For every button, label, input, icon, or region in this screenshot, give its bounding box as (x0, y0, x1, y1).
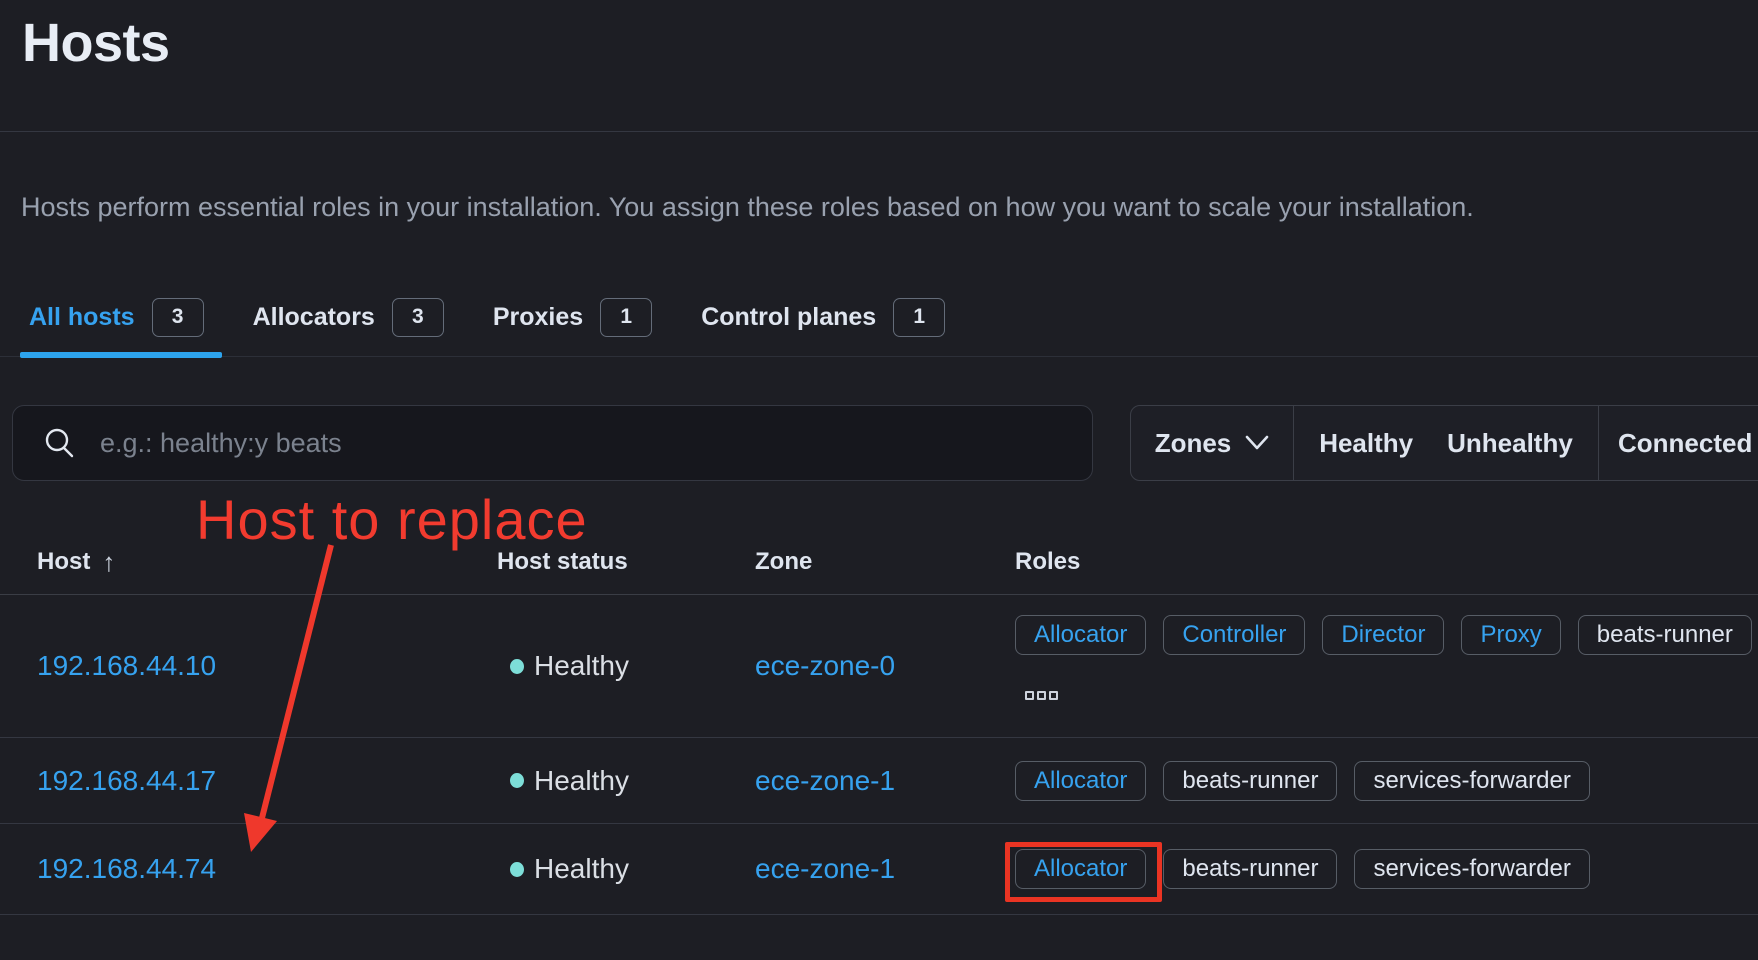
zone-link[interactable]: ece-zone-1 (755, 765, 1015, 797)
annotation-text: Host to replace (196, 487, 588, 552)
tab-proxies[interactable]: Proxies 1 (493, 298, 652, 337)
roles-cell: Allocator Controller Director Proxy beats-ru… (1015, 595, 1758, 700)
role-badge-proxy[interactable]: Proxy (1461, 615, 1560, 655)
column-header-zone: Zone (755, 548, 1015, 576)
tab-count-badge: 1 (600, 298, 652, 337)
tab-count-badge: 1 (893, 298, 945, 337)
table-row: 192.168.44.10 Healthy ece-zone-0Allocator C… (0, 595, 1758, 738)
tab-label: All hosts (29, 303, 135, 332)
host-link[interactable]: 192.168.44.74 (37, 853, 497, 885)
page-description: Hosts perform essential roles in your in… (21, 192, 1758, 223)
page-title: Hosts (22, 12, 170, 74)
health-dot-icon (510, 773, 524, 788)
host-link[interactable]: 192.168.44.10 (37, 650, 497, 682)
filter-group: Zones Healthy Unhealthy Connected (1130, 405, 1758, 481)
zone-link[interactable]: ece-zone-0 (755, 650, 1015, 682)
table-row: 192.168.44.17 Healthy ece-zone-1Allocator b… (0, 738, 1758, 824)
tab-count-badge: 3 (392, 298, 444, 337)
role-badge-beats-runner: beats-runner (1163, 761, 1337, 801)
sort-ascending-icon: ↑ (102, 547, 115, 578)
table-row: 192.168.44.74 Healthy ece-zone-1Allocator b… (0, 824, 1758, 915)
connected-filter-section: Connected (1598, 406, 1758, 480)
tab-label: Control planes (701, 303, 876, 332)
column-header-roles: Roles (1015, 548, 1758, 576)
tab-label: Allocators (253, 303, 375, 332)
host-status-label: Healthy (534, 765, 629, 797)
tabs-bar: All hosts3Allocators3Proxies1Control pla… (29, 296, 945, 338)
health-dot-icon (510, 862, 524, 877)
connected-filter-button[interactable]: Connected (1618, 428, 1752, 459)
host-status: Healthy (497, 765, 755, 797)
boxes-horizontal-icon (1025, 691, 1034, 700)
role-badge-beats-runner: beats-runner (1163, 849, 1337, 889)
host-status-label: Healthy (534, 650, 629, 682)
tab-control-planes[interactable]: Control planes 1 (701, 298, 945, 337)
hosts-table: Host ↑ Host status Zone Roles 192.168.44… (0, 530, 1758, 915)
role-badge-controller[interactable]: Controller (1163, 615, 1305, 655)
zones-filter-section: Zones (1131, 406, 1293, 480)
tab-label: Proxies (493, 303, 583, 332)
search-input[interactable] (98, 405, 1092, 481)
role-badge-allocator[interactable]: Allocator (1015, 761, 1146, 801)
tab-count-badge: 3 (152, 298, 204, 337)
host-status-label: Healthy (534, 853, 629, 885)
title-divider (0, 131, 1758, 132)
tabs-bottom-border (0, 356, 1758, 357)
more-roles-button[interactable] (1025, 691, 1058, 700)
column-header-host-status: Host status (497, 548, 755, 576)
active-tab-underline (20, 352, 222, 358)
role-badge-director[interactable]: Director (1322, 615, 1444, 655)
host-status: Healthy (497, 650, 755, 682)
zone-link[interactable]: ece-zone-1 (755, 853, 1015, 885)
roles-cell: Allocator beats-runner services-forwarder (1015, 849, 1758, 889)
role-badge-services-forwarder: services-forwarder (1354, 761, 1589, 801)
role-badge-allocator[interactable]: Allocator (1015, 615, 1146, 655)
healthy-filter-button[interactable]: Healthy (1319, 428, 1413, 459)
host-link[interactable]: 192.168.44.17 (37, 765, 497, 797)
boxes-horizontal-icon (1049, 691, 1058, 700)
unhealthy-filter-button[interactable]: Unhealthy (1447, 428, 1573, 459)
zones-filter-button[interactable]: Zones (1155, 428, 1270, 459)
zones-filter-label: Zones (1155, 428, 1232, 459)
role-badge-services-forwarder: services-forwarder (1354, 849, 1589, 889)
host-status: Healthy (497, 853, 755, 885)
role-badge-allocator[interactable]: Allocator (1015, 849, 1146, 889)
roles-cell: Allocator beats-runner services-forwarder (1015, 761, 1758, 801)
health-filter-section: Healthy Unhealthy (1293, 406, 1598, 480)
search-box (12, 405, 1093, 481)
health-dot-icon (510, 659, 524, 674)
tab-allocators[interactable]: Allocators 3 (253, 298, 444, 337)
role-badge-beats-runner: beats-runner (1578, 615, 1752, 655)
boxes-horizontal-icon (1037, 691, 1046, 700)
chevron-down-icon (1245, 435, 1269, 451)
tab-all-hosts[interactable]: All hosts 3 (29, 298, 204, 337)
search-icon (44, 427, 76, 459)
